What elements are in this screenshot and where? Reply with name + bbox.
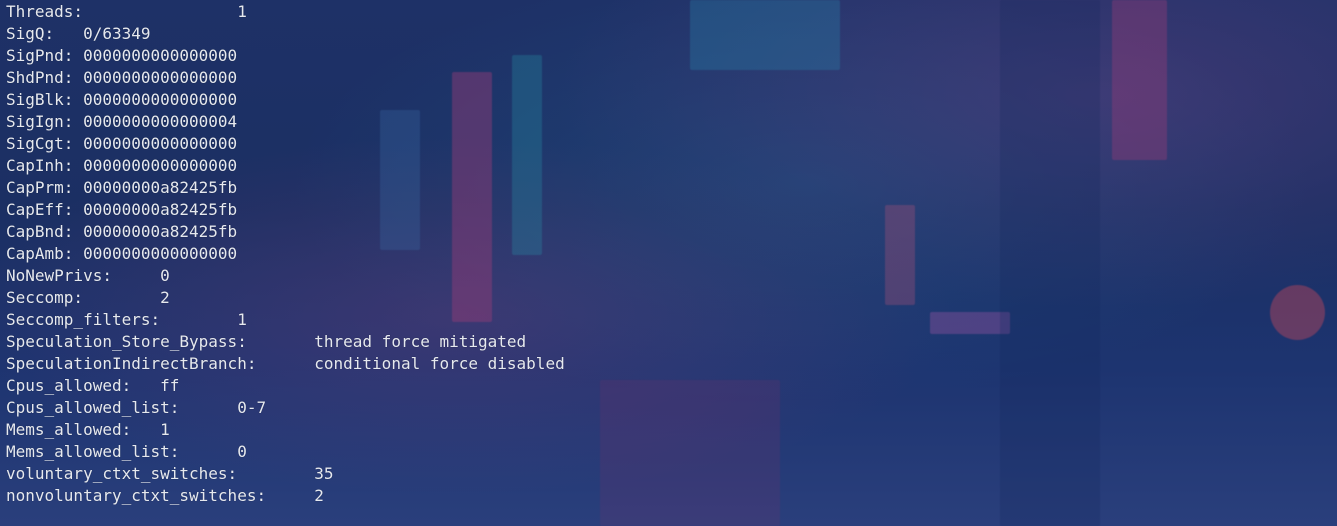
status-key: Seccomp: <box>6 288 84 307</box>
neon-sign <box>452 72 492 322</box>
neon-sign <box>380 110 420 250</box>
status-key: Cpus_allowed: <box>6 376 132 395</box>
status-key: CapAmb: <box>6 244 74 263</box>
status-value: 2 <box>314 486 324 505</box>
status-key: SigQ: <box>6 24 55 43</box>
status-value: 1 <box>237 2 247 21</box>
status-key: nonvoluntary_ctxt_switches: <box>6 486 267 505</box>
status-value: 0000000000000000 <box>83 134 238 153</box>
neon-sign <box>600 380 780 526</box>
status-key: Mems_allowed_list: <box>6 442 180 461</box>
status-value: 0000000000000000 <box>83 68 238 87</box>
status-key: NoNewPrivs: <box>6 266 112 285</box>
status-value: 00000000a82425fb <box>83 222 238 241</box>
status-key: Speculation_Store_Bypass: <box>6 332 247 351</box>
status-key: ShdPnd: <box>6 68 74 87</box>
neon-sign <box>1270 285 1325 340</box>
status-value: 0000000000000000 <box>83 46 238 65</box>
status-value: thread force mitigated <box>314 332 527 351</box>
status-value: conditional force disabled <box>314 354 565 373</box>
status-value: 00000000a82425fb <box>83 200 238 219</box>
status-key: Threads: <box>6 2 84 21</box>
status-key: SigPnd: <box>6 46 74 65</box>
neon-sign <box>930 312 1010 334</box>
status-key: Seccomp_filters: <box>6 310 161 329</box>
status-value: 00000000a82425fb <box>83 178 238 197</box>
neon-sign <box>1000 0 1100 526</box>
status-key: SigIgn: <box>6 112 74 131</box>
status-value: 35 <box>314 464 334 483</box>
status-key: SigBlk: <box>6 90 74 109</box>
status-value: 0000000000000000 <box>83 156 238 175</box>
status-value: 0000000000000000 <box>83 90 238 109</box>
status-key: Cpus_allowed_list: <box>6 398 180 417</box>
status-value: ff <box>160 376 180 395</box>
status-value: 0 <box>237 442 247 461</box>
status-key: SigCgt: <box>6 134 74 153</box>
status-value: 0/63349 <box>83 24 151 43</box>
status-key: CapPrm: <box>6 178 74 197</box>
status-value: 0-7 <box>237 398 267 417</box>
status-key: voluntary_ctxt_switches: <box>6 464 238 483</box>
status-key: SpeculationIndirectBranch: <box>6 354 257 373</box>
status-key: Mems_allowed: <box>6 420 132 439</box>
neon-sign <box>1112 0 1167 160</box>
status-key: CapInh: <box>6 156 74 175</box>
status-value: 0 <box>160 266 170 285</box>
neon-sign <box>690 0 840 70</box>
status-key: CapBnd: <box>6 222 74 241</box>
status-value: 1 <box>160 420 170 439</box>
status-value: 2 <box>160 288 170 307</box>
status-value: 1 <box>237 310 247 329</box>
neon-sign <box>885 205 915 305</box>
status-value: 0000000000000004 <box>83 112 238 131</box>
status-key: CapEff: <box>6 200 74 219</box>
status-value: 0000000000000000 <box>83 244 238 263</box>
neon-sign <box>512 55 542 255</box>
